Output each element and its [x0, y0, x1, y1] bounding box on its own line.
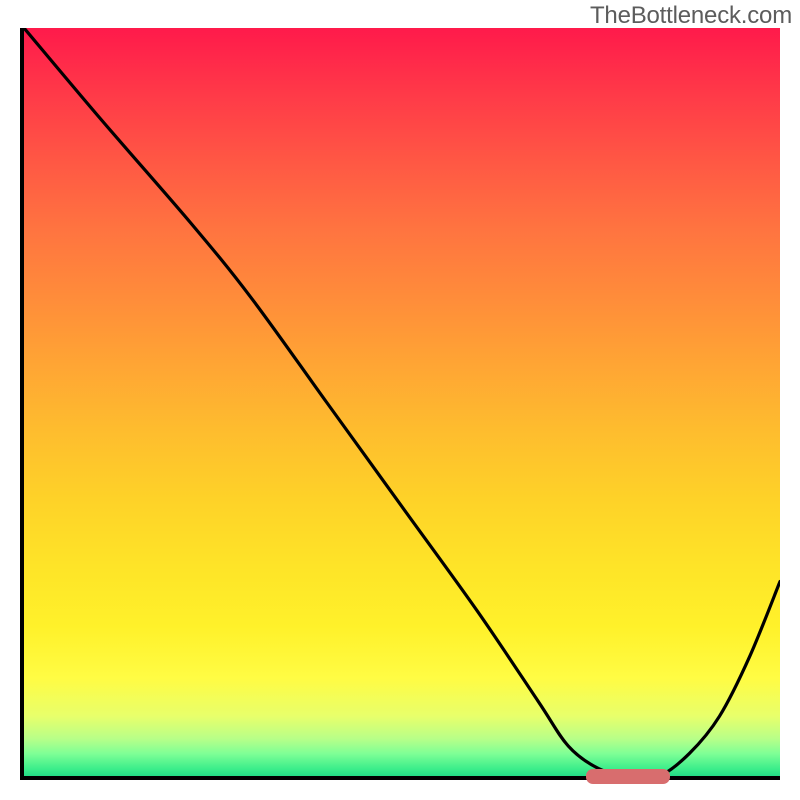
bottleneck-curve [24, 28, 780, 776]
watermark-text: TheBottleneck.com [590, 2, 792, 30]
optimal-zone-marker [586, 769, 670, 784]
chart-container: TheBottleneck.com [0, 0, 800, 800]
plot-area [20, 28, 780, 780]
curve-svg [24, 28, 780, 776]
